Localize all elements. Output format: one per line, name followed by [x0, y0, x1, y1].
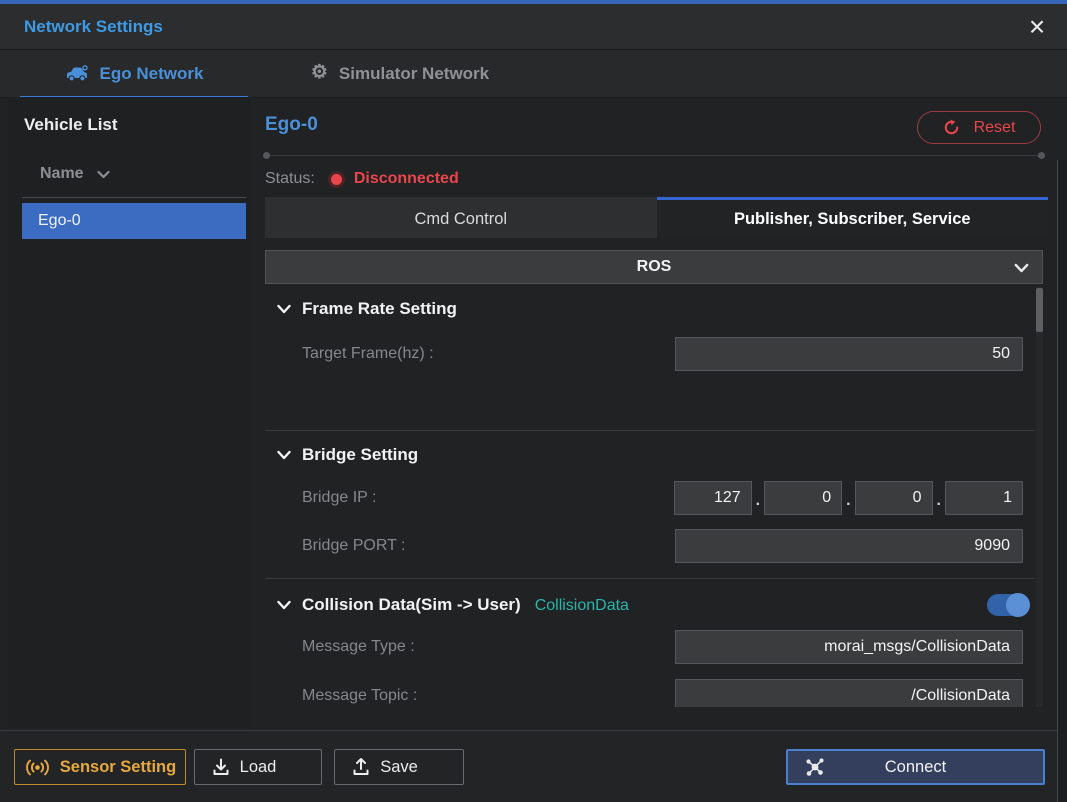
save-button[interactable]: Save [334, 749, 464, 785]
reset-button[interactable]: Reset [917, 111, 1041, 144]
section-bridge-setting: Bridge Setting [265, 443, 1035, 467]
reset-label: Reset [973, 118, 1016, 136]
message-tag: CollisionData [534, 597, 629, 614]
field-label: Message Type : [302, 638, 415, 655]
connect-button[interactable]: Connect [786, 749, 1045, 785]
status-value: Disconnected [353, 170, 459, 187]
divider [263, 152, 1045, 159]
divider [22, 197, 246, 198]
status-label: Status: [265, 170, 315, 187]
selected-vehicle-title: Ego-0 [265, 114, 318, 135]
collapse-chevron-icon[interactable] [277, 304, 291, 314]
footer-bar: Sensor Setting Load Save Connect [0, 730, 1067, 802]
tab-label: Ego Network [99, 63, 204, 83]
scrollbar[interactable] [1036, 287, 1043, 707]
window-edge-strip [1058, 160, 1067, 802]
tab-simulator-network[interactable]: ⚙ Simulator Network [274, 50, 526, 97]
collision-data-toggle[interactable] [987, 593, 1030, 617]
load-label: Load [239, 757, 277, 776]
protocol-dropdown-value: ROS [636, 258, 672, 275]
message-topic-input[interactable] [675, 679, 1023, 707]
divider [265, 430, 1035, 431]
field-label: Bridge IP : [302, 489, 377, 506]
section-title: Frame Rate Setting [302, 299, 457, 318]
divider-end-dot [263, 152, 270, 159]
vehicle-list-sort-header[interactable]: Name [40, 163, 110, 185]
section-frame-rate-setting: Frame Rate Setting [265, 297, 1035, 321]
bridge-port-input[interactable] [675, 529, 1023, 563]
upload-icon [351, 757, 371, 777]
bridge-ip-group: ... [673, 481, 1023, 515]
message-type-input[interactable] [675, 630, 1023, 664]
divider [265, 578, 1035, 579]
divider-end-dot [1038, 152, 1045, 159]
sensor-setting-label: Sensor Setting [59, 757, 177, 776]
control-tab-bar: Cmd Control Publisher, Subscriber, Servi… [265, 197, 1048, 238]
load-button[interactable]: Load [194, 749, 322, 785]
bridge-ip-octet-3[interactable] [854, 481, 933, 515]
download-icon [211, 757, 231, 777]
tab-ego-network[interactable]: Ego Network [20, 50, 248, 98]
field-label: Bridge PORT : [302, 537, 406, 554]
status-row: Status: Disconnected [265, 165, 459, 193]
section-title: Bridge Setting [302, 445, 419, 464]
vehicle-list-title: Vehicle List [24, 115, 118, 134]
network-settings-dialog: Network Settings × Ego Network ⚙ Simulat… [0, 0, 1067, 802]
tab-publisher-subscriber-service[interactable]: Publisher, Subscriber, Service [656, 197, 1048, 238]
chevron-down-icon [1014, 263, 1029, 273]
ip-separator: . [936, 492, 941, 509]
ip-separator: . [755, 492, 761, 509]
field-row: Bridge IP : ... [302, 481, 1023, 515]
status-dot-icon [330, 173, 342, 185]
window-edge-line [1057, 160, 1058, 802]
field-row: Bridge PORT : [302, 529, 1023, 563]
gear-icon: ⚙ [310, 62, 328, 83]
chevron-down-icon [96, 170, 110, 179]
field-row: Message Type : [302, 630, 1023, 664]
section-collision-data: Collision Data(Sim -> User) CollisionDat… [265, 593, 1035, 617]
sensor-setting-button[interactable]: Sensor Setting [14, 749, 186, 785]
ip-separator: . [846, 492, 851, 509]
toggle-knob [1006, 593, 1030, 617]
network-nodes-icon [804, 756, 826, 778]
settings-scroll-area: Frame Rate Setting Target Frame(hz) : Br… [265, 287, 1035, 707]
target-frame-input[interactable] [675, 337, 1023, 371]
bridge-ip-octet-4[interactable] [945, 481, 1023, 515]
vehicle-settings-panel: Ego-0 Reset Status: Disconnected Cmd Con… [257, 97, 1057, 731]
titlebar: Network Settings × [0, 4, 1067, 50]
section-title: Collision Data(Sim -> User) [302, 595, 521, 614]
field-row: Target Frame(hz) : [302, 337, 1023, 371]
bridge-ip-octet-2[interactable] [764, 481, 843, 515]
close-button[interactable]: × [1017, 4, 1057, 49]
collapse-chevron-icon[interactable] [277, 600, 291, 610]
field-label: Target Frame(hz) : [302, 345, 434, 362]
window-title: Network Settings [24, 16, 163, 36]
scrollbar-thumb[interactable] [1036, 288, 1043, 332]
car-icon [65, 65, 89, 82]
connect-label: Connect [884, 757, 947, 776]
bridge-ip-octet-1[interactable] [673, 481, 752, 515]
vehicle-row-ego-0[interactable]: Ego-0 [22, 203, 246, 239]
tab-label: Simulator Network [338, 63, 490, 83]
collapse-chevron-icon[interactable] [277, 450, 291, 460]
protocol-dropdown[interactable]: ROS [265, 250, 1043, 284]
column-header-label: Name [40, 165, 84, 182]
vehicle-name: Ego-0 [38, 212, 81, 229]
refresh-icon [943, 119, 960, 136]
vehicle-list-panel: Vehicle List Name Ego-0 [8, 97, 250, 731]
field-label: Message Topic : [302, 687, 418, 704]
save-label: Save [380, 757, 418, 776]
tab-cmd-control[interactable]: Cmd Control [265, 197, 657, 238]
field-row: Message Topic : [302, 679, 1023, 707]
top-tab-bar: Ego Network ⚙ Simulator Network [0, 50, 1067, 98]
broadcast-icon [24, 759, 51, 776]
